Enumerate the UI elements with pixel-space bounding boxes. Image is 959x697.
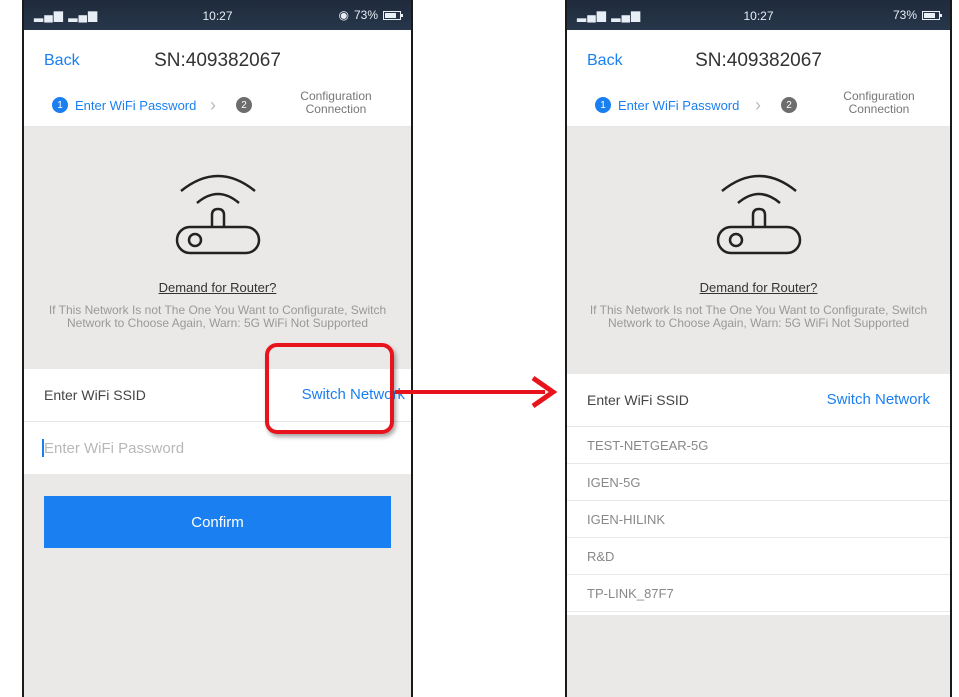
nav-bar: Back SN:409382067 (24, 30, 411, 88)
network-item[interactable]: IGEN-5G (567, 464, 950, 501)
step-1: 1 Enter WiFi Password (595, 97, 739, 113)
step-indicator: 1 Enter WiFi Password › 2 Configuration … (567, 88, 950, 127)
ssid-row: Enter WiFi SSID Switch Network (567, 374, 950, 427)
step-2-number: 2 (236, 97, 252, 113)
step-1: 1 Enter WiFi Password (52, 97, 196, 113)
router-info-panel: Demand for Router? If This Network Is no… (567, 127, 950, 374)
page-title: SN:409382067 (695, 50, 822, 71)
chevron-right-icon: › (755, 95, 761, 115)
switch-network-highlight (265, 343, 394, 434)
arrow-right-icon (395, 375, 558, 409)
demand-router-link[interactable]: Demand for Router? (567, 280, 950, 295)
status-bar: ▂▄▆ ▂▄▆ 10:27 73% (567, 0, 950, 30)
step-2-number: 2 (781, 97, 797, 113)
step-indicator: 1 Enter WiFi Password › 2 Configuration … (24, 88, 411, 127)
step-1-label: Enter WiFi Password (75, 97, 197, 113)
page-title: SN:409382067 (154, 50, 281, 71)
phone-screen-after: ▂▄▆ ▂▄▆ 10:27 73% Back SN:409382067 1 En… (565, 0, 952, 697)
ssid-label: Enter WiFi SSID (587, 392, 689, 408)
status-bar: ▂▄▆ ▂▄▆ 10:27 ◉ 73% (24, 0, 411, 30)
ssid-label: Enter WiFi SSID (44, 387, 146, 403)
network-item[interactable]: TEST-NETGEAR-5G (567, 427, 950, 464)
battery-icon (922, 10, 942, 20)
network-list: TEST-NETGEAR-5G IGEN-5G IGEN-HILINK R&D … (567, 427, 950, 612)
status-right: ◉ 73% (338, 8, 403, 22)
demand-router-link[interactable]: Demand for Router? (24, 280, 411, 295)
network-warning-note: If This Network Is not The One You Want … (589, 303, 928, 330)
chevron-right-icon: › (210, 95, 216, 115)
network-item[interactable]: TP-LINK_87F7 (567, 575, 950, 612)
step-1-label: Enter WiFi Password (618, 97, 740, 113)
password-placeholder: Enter WiFi Password (44, 440, 185, 457)
network-item[interactable]: IGEN-HILINK (567, 501, 950, 538)
battery-icon (383, 10, 403, 20)
lower-panel: Confirm (24, 474, 411, 697)
wifi-icon: ◉ (338, 8, 349, 22)
network-item[interactable]: R&D (567, 538, 950, 575)
router-info-panel: Demand for Router? If This Network Is no… (24, 127, 411, 369)
step-2-label: Configuration Connection (300, 89, 372, 116)
lower-panel (567, 615, 950, 697)
battery-percent: 73% (353, 8, 378, 22)
nav-bar: Back SN:409382067 (567, 30, 950, 88)
battery-percent: 73% (892, 8, 917, 22)
status-right: 73% (892, 8, 942, 22)
step-1-number: 1 (595, 97, 611, 113)
network-warning-note: If This Network Is not The One You Want … (48, 303, 387, 330)
confirm-button[interactable]: Confirm (44, 496, 391, 548)
router-icon (716, 174, 801, 255)
switch-network-button[interactable]: Switch Network (827, 391, 930, 408)
router-icon (175, 174, 260, 255)
step-1-number: 1 (52, 97, 68, 113)
step-2-label: Configuration Connection (843, 89, 915, 116)
